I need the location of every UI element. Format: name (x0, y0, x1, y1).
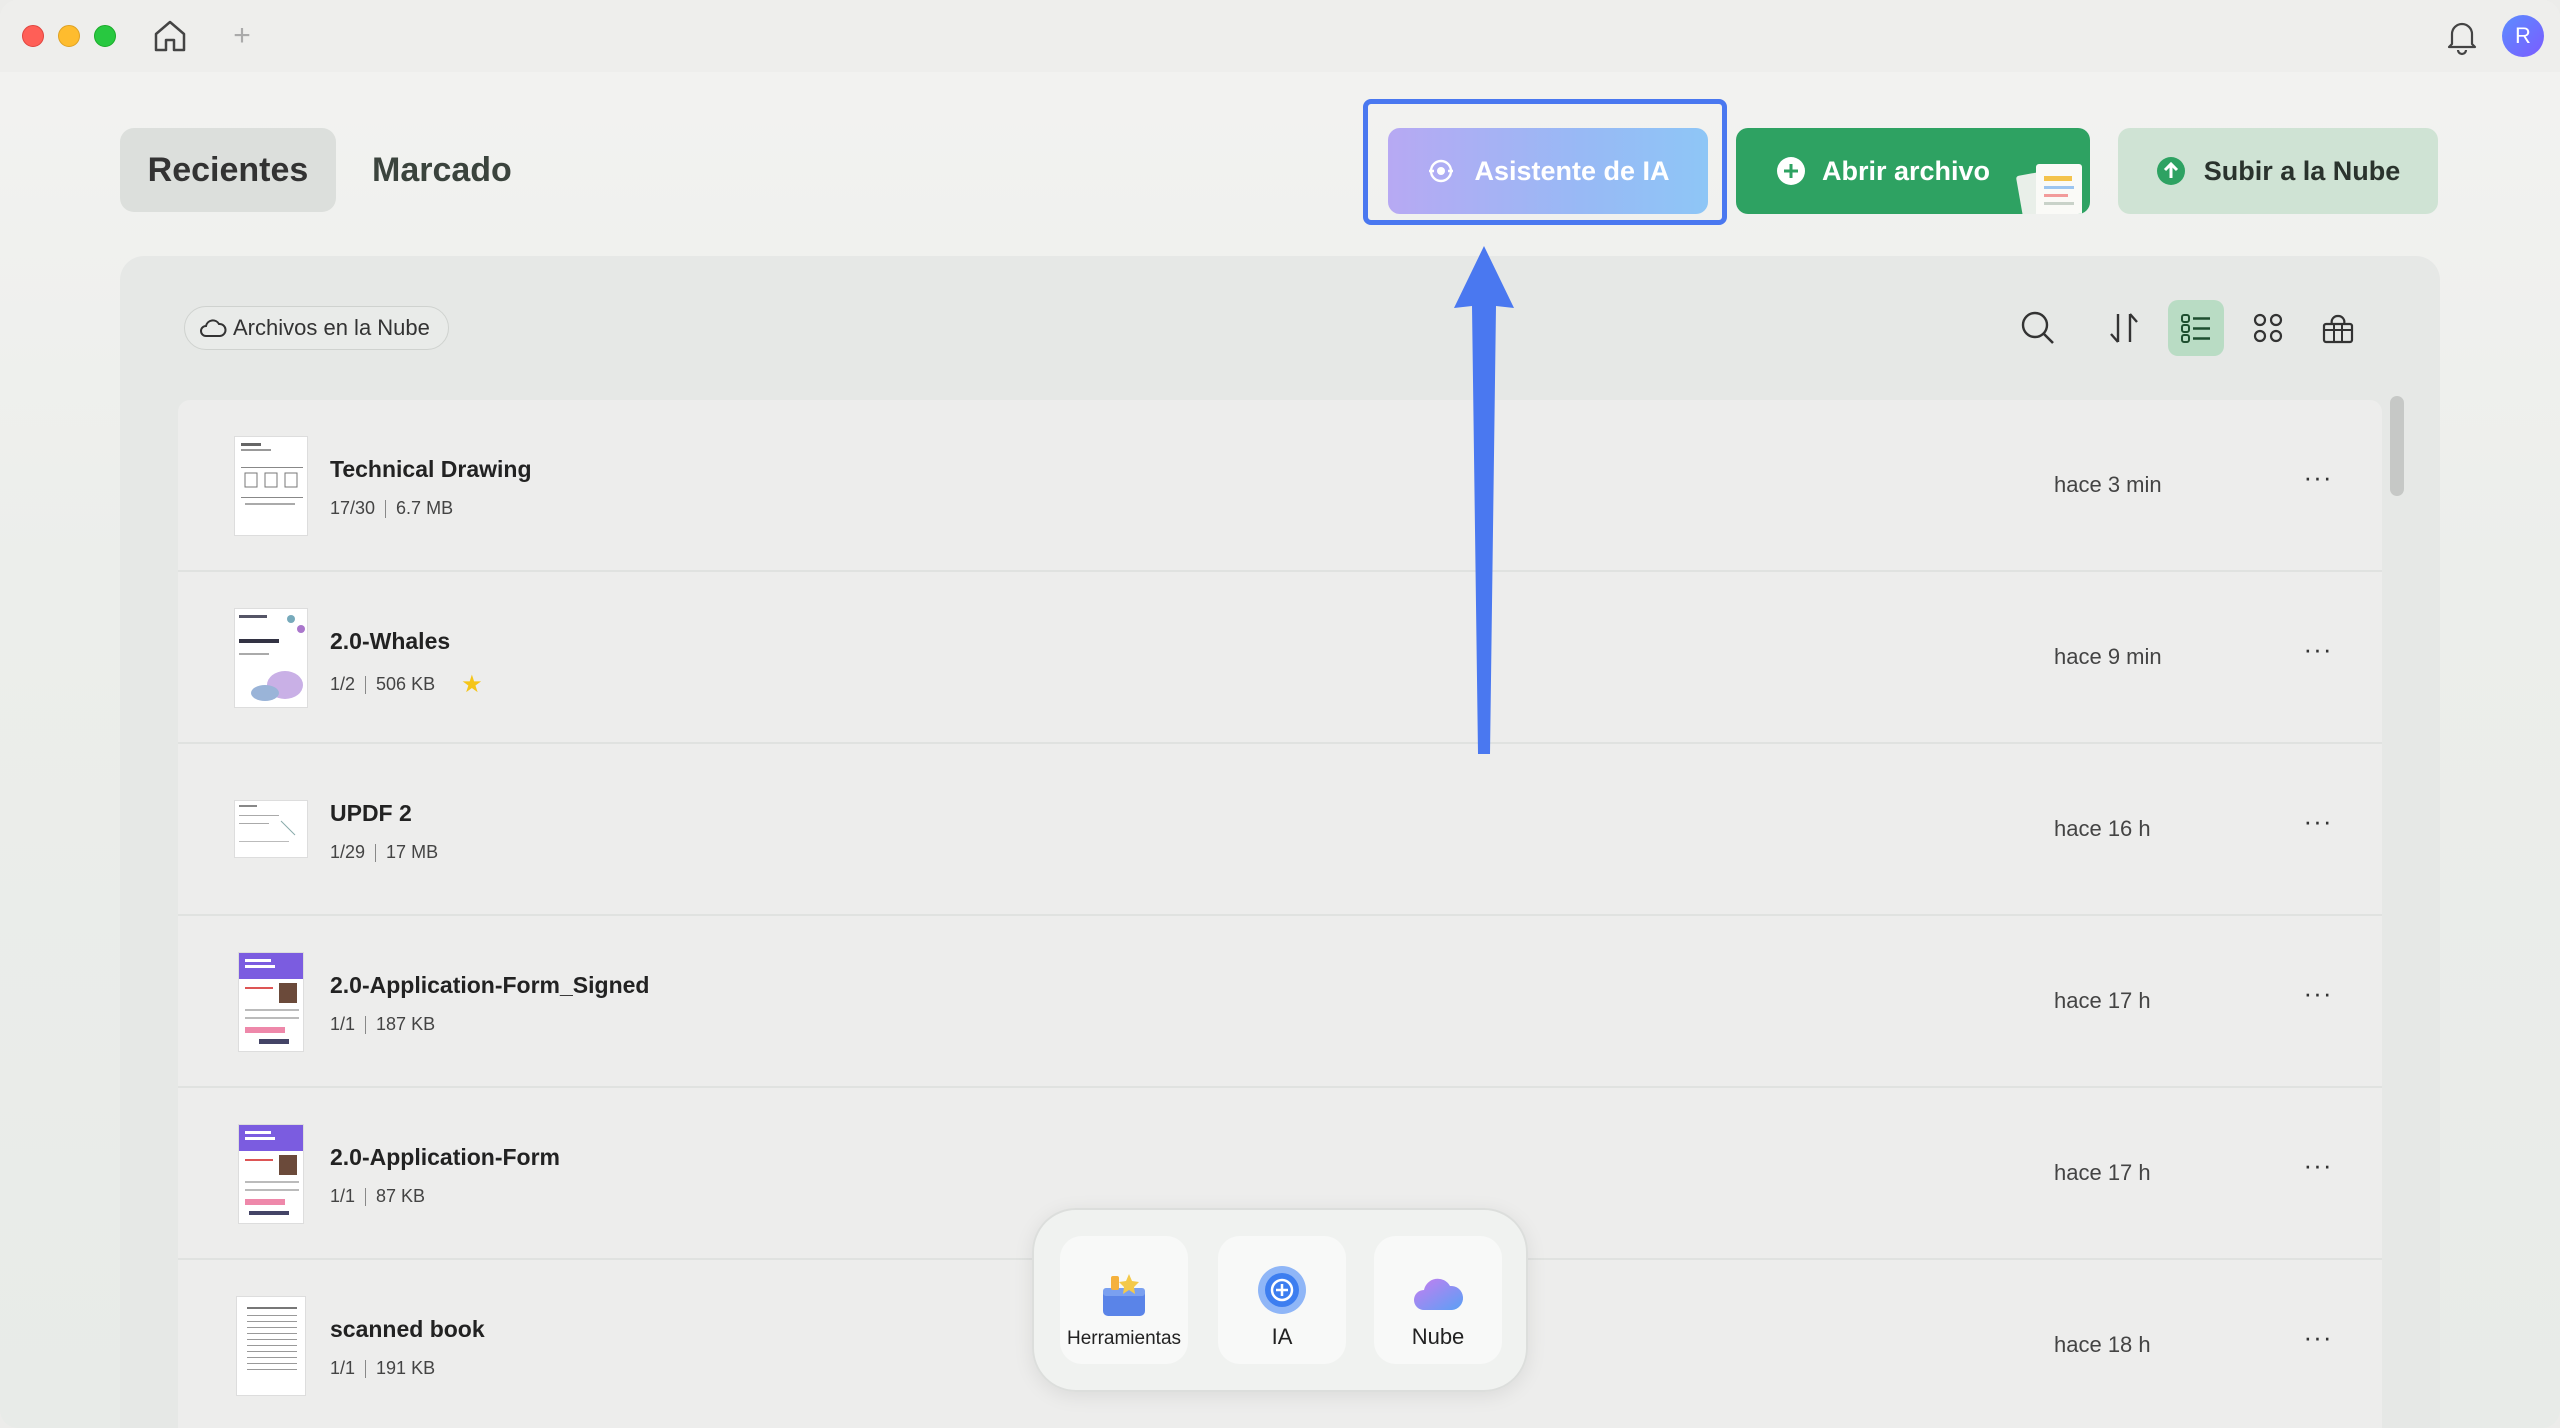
dock-ai-button[interactable]: IA (1218, 1236, 1346, 1364)
search-icon[interactable] (2010, 300, 2066, 356)
documents-decoration-icon (2016, 164, 2082, 214)
file-row[interactable]: 2.0-Application-Form_Signed 1/1 187 KB h… (178, 916, 2382, 1088)
dock-cloud-label: Nube (1411, 1324, 1465, 1349)
cloud-files-filter[interactable]: Archivos en la Nube (184, 306, 449, 350)
file-time: hace 17 h (2054, 1160, 2151, 1185)
file-meta: 1/29 17 MB (330, 842, 438, 863)
file-thumbnail (236, 1296, 306, 1396)
plus-circle-icon (1777, 157, 1805, 185)
file-time: hace 3 min (2054, 472, 2162, 497)
file-name: 2.0-Application-Form (330, 1144, 561, 1170)
tab-recent[interactable]: Recientes (120, 128, 336, 212)
file-time: hace 9 min (2054, 644, 2162, 669)
open-file-button[interactable]: Abrir archivo (1736, 128, 2090, 214)
star-icon[interactable]: ★ (461, 670, 483, 699)
new-tab-plus-icon[interactable]: + (228, 18, 256, 54)
toolbox-icon (1103, 1274, 1145, 1316)
file-size: 506 KB (376, 674, 436, 694)
file-row[interactable]: UPDF 2 1/29 17 MB hace 16 h ··· (178, 744, 2382, 916)
basket-icon[interactable] (2310, 300, 2366, 356)
file-size: 187 KB (376, 1014, 436, 1034)
file-row[interactable]: 2.0-Whales 1/2 506 KB ★ hace 9 min ··· (178, 572, 2382, 744)
more-options-icon[interactable]: ··· (2294, 1150, 2342, 1190)
dock-cloud-button[interactable]: Nube (1374, 1236, 1502, 1364)
tab-marked[interactable]: Marcado (372, 128, 542, 212)
dock-ai-label: IA (1271, 1324, 1293, 1349)
upload-cloud-button[interactable]: Subir a la Nube (2118, 128, 2438, 214)
file-name: Technical Drawing (330, 456, 532, 482)
app-window: + R Recientes Marcado Asistente de IA Ab… (0, 0, 2560, 1428)
grid-view-icon[interactable] (2240, 300, 2296, 356)
file-pages: 1/2 (330, 674, 356, 694)
dock-tools-label: Herramientas (1066, 1328, 1182, 1349)
file-time: hace 16 h (2054, 816, 2151, 841)
more-options-icon[interactable]: ··· (2294, 806, 2342, 846)
file-name: 2.0-Whales (330, 628, 451, 654)
file-pages: 17/30 (330, 498, 376, 518)
ai-sparkle-icon (1429, 159, 1454, 183)
file-thumbnail (238, 952, 304, 1052)
maximize-window-button[interactable] (94, 25, 116, 47)
file-time: hace 18 h (2054, 1332, 2151, 1357)
upload-arrow-icon (2156, 157, 2185, 185)
file-name: UPDF 2 (330, 800, 412, 826)
file-size: 87 KB (376, 1186, 426, 1206)
file-size: 17 MB (386, 842, 439, 862)
pointer-arrow-annotation (1454, 246, 1514, 754)
upload-cloud-label: Subir a la Nube (2203, 155, 2401, 186)
file-meta: 1/1 191 KB (330, 1358, 435, 1379)
more-options-icon[interactable]: ··· (2294, 1322, 2342, 1362)
notification-bell-icon[interactable] (2442, 16, 2482, 56)
open-file-label: Abrir archivo (1822, 155, 1991, 186)
close-window-button[interactable] (22, 25, 44, 47)
cloud-icon (200, 319, 227, 337)
list-scrollbar[interactable] (2390, 396, 2404, 496)
more-options-icon[interactable]: ··· (2294, 634, 2342, 674)
file-time: hace 17 h (2054, 988, 2151, 1013)
file-thumbnail (238, 1124, 304, 1224)
more-options-icon[interactable]: ··· (2294, 462, 2342, 502)
file-pages: 1/29 (330, 842, 366, 862)
user-avatar[interactable]: R (2502, 15, 2544, 57)
title-bar: + R (0, 0, 2560, 72)
file-meta: 17/30 6.7 MB (330, 498, 453, 519)
list-view-icon[interactable] (2168, 300, 2224, 356)
file-thumbnail (234, 800, 308, 858)
more-options-icon[interactable]: ··· (2294, 978, 2342, 1018)
cloud-files-label: Archivos en la Nube (233, 315, 430, 340)
file-meta: 1/1 187 KB (330, 1014, 435, 1035)
dock-tools-button[interactable]: Herramientas (1060, 1236, 1188, 1364)
file-pages: 1/1 (330, 1186, 356, 1206)
file-size: 6.7 MB (396, 498, 454, 518)
file-pages: 1/1 (330, 1014, 356, 1034)
minimize-window-button[interactable] (58, 25, 80, 47)
cloud-gradient-icon (1414, 1278, 1464, 1310)
ai-assistant-label: Asistente de IA (1474, 155, 1670, 186)
file-name: scanned book (330, 1316, 485, 1342)
file-pages: 1/1 (330, 1358, 356, 1378)
home-icon[interactable] (150, 16, 190, 56)
ai-assistant-button[interactable]: Asistente de IA (1388, 128, 1708, 214)
sort-icon[interactable] (2096, 300, 2152, 356)
bottom-dock: Herramientas IA Nube (1032, 1208, 1528, 1392)
file-row[interactable]: Technical Drawing 17/30 6.7 MB hace 3 mi… (178, 400, 2382, 572)
file-meta: 1/2 506 KB ★ (330, 670, 483, 699)
file-thumbnail (234, 608, 308, 708)
file-thumbnail (234, 436, 308, 536)
file-name: 2.0-Application-Form_Signed (330, 972, 650, 998)
ai-orb-icon (1258, 1266, 1306, 1314)
file-size: 191 KB (376, 1358, 436, 1378)
file-meta: 1/1 87 KB (330, 1186, 425, 1207)
